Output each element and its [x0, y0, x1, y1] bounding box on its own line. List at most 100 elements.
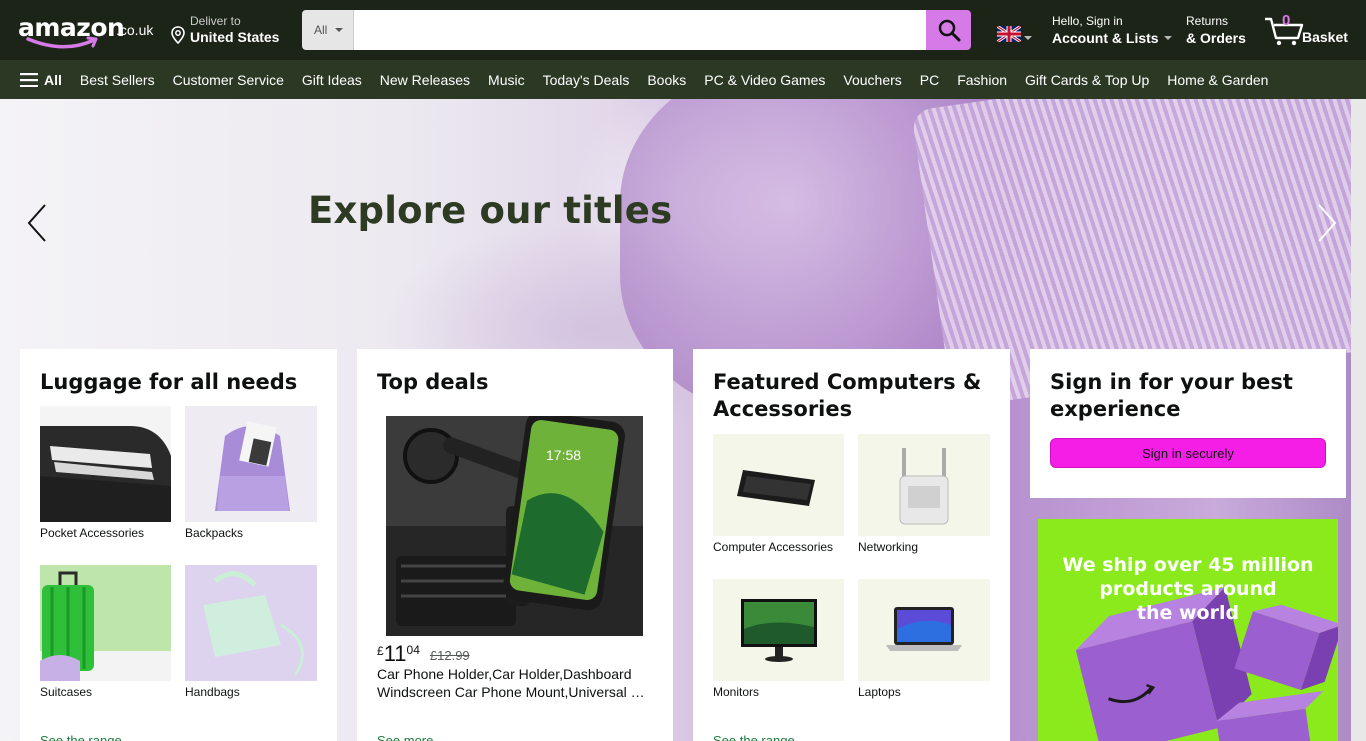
- card-title-line: experience: [1050, 397, 1181, 421]
- basket-label: Basket: [1302, 29, 1348, 45]
- account-label-row: Account & Lists: [1052, 30, 1172, 46]
- nav-item-pc[interactable]: PC: [920, 72, 939, 88]
- tile-caption: Computer Accessories: [713, 540, 834, 554]
- card-title: Featured Computers & Accessories: [713, 369, 990, 423]
- monitors-image: [713, 579, 844, 681]
- nav-item-gift-cards[interactable]: Gift Cards & Top Up: [1025, 72, 1149, 88]
- sign-in-card: Sign in for your best experience Sign in…: [1030, 349, 1346, 498]
- price-fraction: 04: [406, 643, 420, 657]
- deliver-label: Deliver to: [190, 14, 241, 28]
- card-title: Luggage for all needs: [40, 370, 298, 394]
- page-scrollbar[interactable]: [1351, 99, 1366, 741]
- see-the-range-link[interactable]: See the range: [713, 733, 795, 741]
- search-category-select[interactable]: All: [302, 10, 354, 50]
- card-title: Top deals: [377, 370, 489, 394]
- tile-backpacks[interactable]: Backpacks: [185, 406, 317, 540]
- orders-label: & Orders: [1186, 30, 1246, 46]
- basket-button[interactable]: 0 Basket: [1264, 12, 1354, 48]
- tile-caption: Pocket Accessories: [40, 526, 145, 540]
- nav-item-fashion[interactable]: Fashion: [957, 72, 1007, 88]
- shipping-promo-banner[interactable]: We ship over 45 million products around …: [1038, 519, 1338, 741]
- nav-item-customer-service[interactable]: Customer Service: [173, 72, 284, 88]
- card-title-line: Accessories: [713, 397, 853, 421]
- promo-line: We ship over 45 million: [1062, 554, 1314, 576]
- smile-arrow-icon: [26, 36, 98, 49]
- backpacks-image: [185, 406, 317, 522]
- hero-title: Explore our titles: [308, 189, 673, 232]
- deal-description[interactable]: Car Phone Holder,Car Holder,Dashboard Wi…: [377, 665, 653, 701]
- account-and-lists[interactable]: Hello, Sign in Account & Lists: [1052, 14, 1172, 46]
- card-title: Sign in for your best experience: [1050, 369, 1326, 423]
- price-currency: £: [377, 644, 384, 658]
- chevron-down-icon: [1024, 36, 1032, 40]
- deal-product-image[interactable]: 17:58: [386, 416, 643, 636]
- search-input[interactable]: [354, 10, 926, 50]
- networking-image: [858, 434, 990, 536]
- nav-item-new-releases[interactable]: New Releases: [380, 72, 470, 88]
- tile-pocket-accessories[interactable]: Pocket Accessories: [40, 406, 171, 540]
- laptops-image: [858, 579, 990, 681]
- luggage-card: Luggage for all needs Pocket Accessories: [20, 349, 337, 741]
- amazon-logo[interactable]: amazon .co.uk: [16, 12, 156, 49]
- uk-flag-icon: [996, 24, 1022, 44]
- logo-tld: .co.uk: [116, 22, 154, 38]
- see-the-range-link[interactable]: See the range: [40, 733, 122, 741]
- top-header: amazon .co.uk Deliver to United States A…: [0, 0, 1366, 60]
- nav-bar: All Best Sellers Customer Service Gift I…: [0, 60, 1366, 99]
- chevron-down-icon: [335, 28, 344, 32]
- returns-label: Returns: [1186, 14, 1229, 28]
- tile-caption: Handbags: [185, 685, 240, 699]
- top-deals-card: Top deals 17:58 £ 11 04 £12.99 Car Phone…: [357, 349, 673, 741]
- account-label: Account & Lists: [1052, 30, 1159, 46]
- deal-description-line: Car Phone Holder,Car Holder,Dashboard: [377, 666, 632, 682]
- nav-item-todays-deals[interactable]: Today's Deals: [543, 72, 630, 88]
- tile-handbags[interactable]: Handbags: [185, 565, 317, 699]
- promo-line: the world: [1136, 602, 1240, 624]
- tile-caption: Monitors: [713, 685, 760, 699]
- tile-computer-accessories[interactable]: Computer Accessories: [713, 434, 844, 554]
- nav-item-best-sellers[interactable]: Best Sellers: [80, 72, 155, 88]
- tile-caption: Backpacks: [185, 526, 244, 540]
- tile-monitors[interactable]: Monitors: [713, 579, 844, 699]
- deliver-location: United States: [190, 29, 280, 45]
- nav-item-music[interactable]: Music: [488, 72, 525, 88]
- tile-laptops[interactable]: Laptops: [858, 579, 990, 699]
- returns-and-orders[interactable]: Returns & Orders: [1186, 14, 1246, 46]
- nav-item-pc-video-games[interactable]: PC & Video Games: [704, 72, 825, 88]
- tile-caption: Suitcases: [40, 685, 93, 699]
- hamburger-menu-icon: [20, 72, 38, 87]
- computer-accessories-image: [713, 434, 844, 536]
- pocket-accessories-image: [40, 406, 171, 522]
- location-pin-icon: [171, 26, 185, 44]
- phone-screen-time: 17:58: [546, 447, 581, 463]
- tile-caption: Laptops: [858, 685, 901, 699]
- search-button[interactable]: [926, 10, 971, 50]
- see-more-link[interactable]: See more: [377, 733, 433, 741]
- tile-suitcases[interactable]: Suitcases: [40, 565, 171, 699]
- computers-grid: Computer Accessories Networking Monitors…: [713, 434, 990, 699]
- promo-line: products around: [1099, 578, 1277, 600]
- promo-text: We ship over 45 million products around …: [1038, 553, 1338, 625]
- deal-price: £ 11 04 £12.99: [377, 641, 470, 667]
- basket-count: 0: [1282, 12, 1291, 29]
- luggage-grid: Pocket Accessories Backpacks Suitcases H…: [40, 406, 317, 699]
- search-icon: [938, 19, 960, 42]
- sign-in-securely-button[interactable]: Sign in securely: [1050, 438, 1326, 468]
- nav-item-books[interactable]: Books: [647, 72, 686, 88]
- account-greeting: Hello, Sign in: [1052, 14, 1123, 28]
- nav-item-vouchers[interactable]: Vouchers: [843, 72, 901, 88]
- language-selector[interactable]: [996, 24, 1032, 47]
- card-title-line: Sign in for your best: [1050, 370, 1293, 394]
- card-title-line: Featured Computers &: [713, 370, 982, 394]
- featured-computers-card: Featured Computers & Accessories Compute…: [693, 349, 1010, 741]
- search-category-label: All: [314, 23, 328, 37]
- all-menu-label: All: [44, 71, 62, 88]
- chevron-down-icon: [1163, 36, 1172, 40]
- nav-item-home-garden[interactable]: Home & Garden: [1167, 72, 1268, 88]
- chevron-left-icon[interactable]: [26, 203, 48, 243]
- chevron-right-icon[interactable]: [1316, 203, 1338, 243]
- all-menu-button[interactable]: All: [20, 72, 62, 88]
- nav-item-gift-ideas[interactable]: Gift Ideas: [302, 72, 362, 88]
- tile-networking[interactable]: Networking: [858, 434, 990, 554]
- search-bar: All: [302, 10, 971, 50]
